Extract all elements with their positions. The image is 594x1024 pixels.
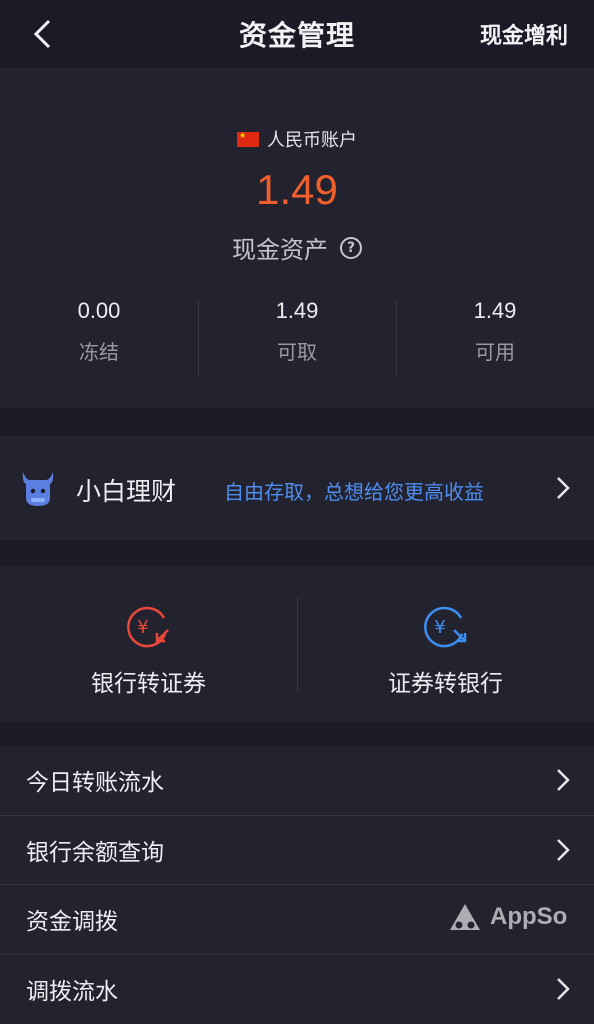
stat-value: 0.00 <box>77 298 121 323</box>
svg-text:¥: ¥ <box>137 617 148 638</box>
securities-to-bank-label: 证券转银行 <box>388 671 503 697</box>
wealth-title: 小白理财 <box>76 477 177 506</box>
chevron-right-icon <box>557 477 570 499</box>
bank-to-securities-button[interactable]: ¥ 银行转证券 <box>0 566 297 722</box>
stat-value: 1.49 <box>473 298 517 323</box>
account-summary: ★ 人民币账户 1.49 现金资产 ? 0.00 冻结 1.49 可取 1.49… <box>0 68 594 408</box>
balance-stats: 0.00 冻结 1.49 可取 1.49 可用 <box>0 298 594 378</box>
china-flag-icon: ★ <box>237 131 259 147</box>
help-icon[interactable]: ? <box>340 236 362 259</box>
stat-withdrawable: 1.49 可取 <box>198 298 396 378</box>
cash-boost-link[interactable]: 现金增利 <box>480 18 568 50</box>
list-item-bank-balance[interactable]: 银行余额查询 <box>0 816 594 885</box>
watermark-text: AppSo <box>490 903 568 930</box>
chevron-right-icon <box>557 977 570 1000</box>
stat-label: 可取 <box>277 340 317 364</box>
cash-asset-row: 现金资产 ? <box>0 230 594 265</box>
chevron-right-icon <box>557 769 570 791</box>
transfer-out-icon: ¥ <box>423 606 466 648</box>
bull-icon <box>22 472 54 506</box>
stat-label: 可用 <box>475 340 515 364</box>
wealth-management-row[interactable]: 小白理财 自由存取，总想给您更高收益 <box>0 436 594 540</box>
transfer-in-icon: ¥ <box>126 606 169 648</box>
list-item-label: 调拨流水 <box>26 979 118 1006</box>
page-title: 资金管理 <box>238 19 355 52</box>
list-item-allocation-history[interactable]: 调拨流水 <box>0 955 594 1024</box>
appso-logo-icon <box>450 904 480 930</box>
list-item-label: 今日转账流水 <box>26 770 164 797</box>
stat-frozen: 0.00 冻结 <box>0 298 198 378</box>
list-item-label: 资金调拨 <box>26 909 118 936</box>
stat-available: 1.49 可用 <box>396 298 594 378</box>
list-item-today-transfers[interactable]: 今日转账流水 <box>0 746 594 816</box>
watermark: AppSo <box>448 902 567 932</box>
stat-label: 冻结 <box>79 340 119 364</box>
chevron-right-icon <box>557 838 570 861</box>
cash-amount: 1.49 <box>256 166 338 213</box>
account-selector[interactable]: ★ 人民币账户 <box>0 126 594 152</box>
account-label: 人民币账户 <box>267 130 357 151</box>
list-item-label: 银行余额查询 <box>26 839 164 866</box>
fund-actions-list: 今日转账流水 银行余额查询 资金调拨 调拨流水 <box>0 746 594 1024</box>
chevron-left-icon <box>33 19 51 49</box>
wealth-slogan: 自由存取，总想给您更高收益 <box>224 480 484 504</box>
bank-to-securities-label: 银行转证券 <box>91 671 206 697</box>
stat-value: 1.49 <box>275 298 319 323</box>
back-button[interactable] <box>22 14 62 54</box>
securities-to-bank-button[interactable]: ¥ 证券转银行 <box>297 566 594 722</box>
cash-asset-label: 现金资产 <box>232 236 328 264</box>
svg-text:¥: ¥ <box>434 617 445 638</box>
nav-bar: 资金管理 现金增利 <box>0 0 594 68</box>
transfer-panel: ¥ 银行转证券 ¥ 证券转银行 <box>0 566 594 722</box>
